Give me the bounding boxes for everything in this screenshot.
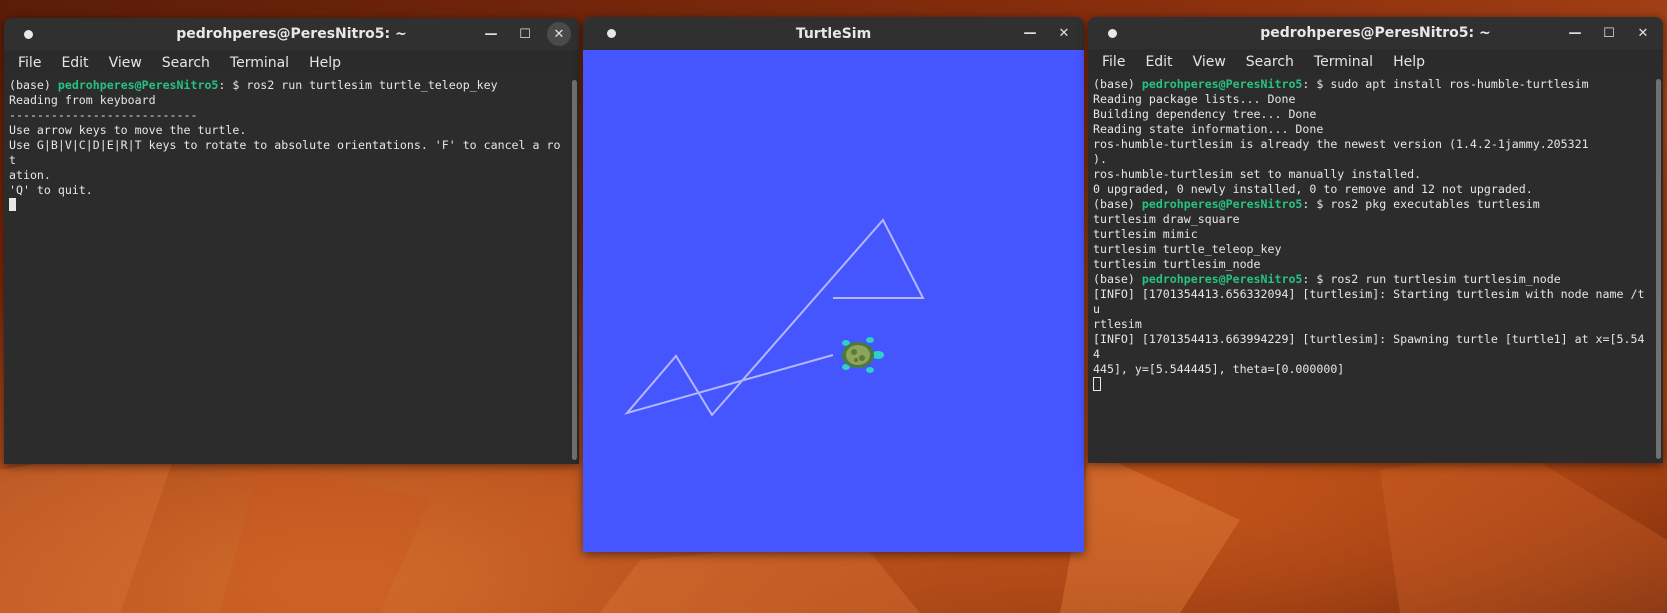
- menu-terminal[interactable]: Terminal: [222, 53, 297, 73]
- window-menu-icon[interactable]: [24, 30, 33, 39]
- prompt-user: pedrohperes@PeresNitro5: [1141, 77, 1303, 91]
- menu-bar: File Edit View Search Terminal Help: [4, 50, 579, 76]
- terminal-line: turtlesim mimic: [1093, 227, 1198, 241]
- terminal-line: [INFO] [1701354413.663994229] [turtlesim…: [1093, 332, 1645, 361]
- terminal-line: turtlesim draw_square: [1093, 212, 1240, 226]
- scrollbar[interactable]: [1656, 79, 1661, 459]
- terminal-cursor-line: [1093, 377, 1646, 393]
- maximize-icon[interactable]: ☐: [513, 22, 537, 46]
- minimize-icon[interactable]: —: [1563, 21, 1587, 45]
- menu-search[interactable]: Search: [1238, 52, 1302, 72]
- menu-edit[interactable]: Edit: [1137, 52, 1180, 72]
- text-cursor: [1093, 377, 1101, 391]
- prompt-command: : $ ros2 run turtlesim turtle_teleop_key: [218, 78, 498, 92]
- terminal-output[interactable]: (base) pedrohperes@PeresNitro5: $ ros2 r…: [4, 76, 567, 464]
- minimize-icon[interactable]: —: [479, 22, 503, 46]
- terminal-line: Reading package lists... Done: [1093, 92, 1296, 106]
- terminal-line: turtlesim turtlesim_node: [1093, 257, 1261, 271]
- left-terminal-window: pedrohperes@PeresNitro5: ~ — ☐ ✕ File Ed…: [4, 18, 579, 464]
- terminal-line: (base) pedrohperes@PeresNitro5: $ sudo a…: [1093, 77, 1646, 92]
- terminal-line: 'Q' to quit.: [9, 183, 93, 197]
- title-bar[interactable]: TurtleSim — ✕: [583, 17, 1084, 50]
- prompt-command: : $ ros2 run turtlesim turtlesim_node: [1302, 272, 1561, 286]
- right-terminal-window: pedrohperes@PeresNitro5: ~ — ☐ ✕ File Ed…: [1088, 17, 1663, 463]
- menu-help[interactable]: Help: [301, 53, 349, 73]
- terminal-line: Building dependency tree... Done: [1093, 107, 1317, 121]
- terminal-cursor-line: [9, 198, 562, 213]
- prompt-command: : $ ros2 pkg executables turtlesim: [1302, 197, 1540, 211]
- title-bar[interactable]: pedrohperes@PeresNitro5: ~ — ☐ ✕: [4, 18, 579, 50]
- terminal-line: 445], y=[5.544445], theta=[0.000000]: [1093, 362, 1345, 376]
- turtlesim-window: TurtleSim — ✕: [583, 17, 1084, 552]
- terminal-output[interactable]: (base) pedrohperes@PeresNitro5: $ sudo a…: [1088, 75, 1651, 463]
- title-bar[interactable]: pedrohperes@PeresNitro5: ~ — ☐ ✕: [1088, 17, 1663, 49]
- terminal-line: ).: [1093, 152, 1107, 166]
- terminal-line: ros-humble-turtlesim set to manually ins…: [1093, 167, 1422, 181]
- turtle-canvas: [583, 50, 1084, 552]
- menu-view[interactable]: View: [1185, 52, 1234, 72]
- canvas-background: [583, 50, 1084, 552]
- close-icon[interactable]: ✕: [1052, 21, 1076, 45]
- prompt-user: pedrohperes@PeresNitro5: [57, 78, 219, 92]
- close-icon[interactable]: ✕: [1631, 21, 1655, 45]
- terminal-line: rtlesim: [1093, 317, 1142, 331]
- minimize-icon[interactable]: —: [1018, 21, 1042, 45]
- terminal-line: (base) pedrohperes@PeresNitro5: $ ros2 r…: [9, 78, 562, 93]
- terminal-line: turtlesim turtle_teleop_key: [1093, 242, 1282, 256]
- menu-help[interactable]: Help: [1385, 52, 1433, 72]
- window-menu-icon[interactable]: [1108, 29, 1117, 38]
- maximize-icon[interactable]: ☐: [1597, 21, 1621, 45]
- terminal-line: Use arrow keys to move the turtle.: [9, 123, 247, 137]
- menu-bar: File Edit View Search Terminal Help: [1088, 49, 1663, 75]
- menu-terminal[interactable]: Terminal: [1306, 52, 1381, 72]
- window-title: pedrohperes@PeresNitro5: ~: [176, 26, 407, 42]
- prompt-prefix: (base): [1093, 197, 1142, 211]
- window-title: TurtleSim: [795, 25, 872, 42]
- terminal-line: (base) pedrohperes@PeresNitro5: $ ros2 p…: [1093, 197, 1646, 212]
- terminal-line: ation.: [9, 168, 51, 182]
- prompt-user: pedrohperes@PeresNitro5: [1141, 272, 1303, 286]
- terminal-line: [INFO] [1701354413.656332094] [turtlesim…: [1093, 287, 1645, 316]
- terminal-line: 0 upgraded, 0 newly installed, 0 to remo…: [1093, 182, 1533, 196]
- prompt-prefix: (base): [1093, 272, 1142, 286]
- text-cursor: [9, 198, 16, 211]
- menu-file[interactable]: File: [1094, 52, 1133, 72]
- menu-search[interactable]: Search: [154, 53, 218, 73]
- prompt-prefix: (base): [1093, 77, 1142, 91]
- prompt-command: : $ sudo apt install ros-humble-turtlesi…: [1302, 77, 1589, 91]
- prompt-user: pedrohperes@PeresNitro5: [1141, 197, 1303, 211]
- terminal-line: Reading from keyboard: [9, 93, 156, 107]
- scrollbar[interactable]: [572, 80, 577, 460]
- menu-view[interactable]: View: [101, 53, 150, 73]
- terminal-line: ---------------------------: [9, 108, 198, 122]
- window-menu-icon[interactable]: [607, 29, 616, 38]
- terminal-line: (base) pedrohperes@PeresNitro5: $ ros2 r…: [1093, 272, 1646, 287]
- terminal-line: ros-humble-turtlesim is already the newe…: [1093, 137, 1589, 151]
- terminal-line: Use G|B|V|C|D|E|R|T keys to rotate to ab…: [9, 138, 561, 167]
- window-title: pedrohperes@PeresNitro5: ~: [1260, 25, 1491, 41]
- menu-edit[interactable]: Edit: [53, 53, 96, 73]
- close-icon[interactable]: ✕: [547, 22, 571, 46]
- prompt-prefix: (base): [9, 78, 58, 92]
- menu-file[interactable]: File: [10, 53, 49, 73]
- terminal-line: Reading state information... Done: [1093, 122, 1324, 136]
